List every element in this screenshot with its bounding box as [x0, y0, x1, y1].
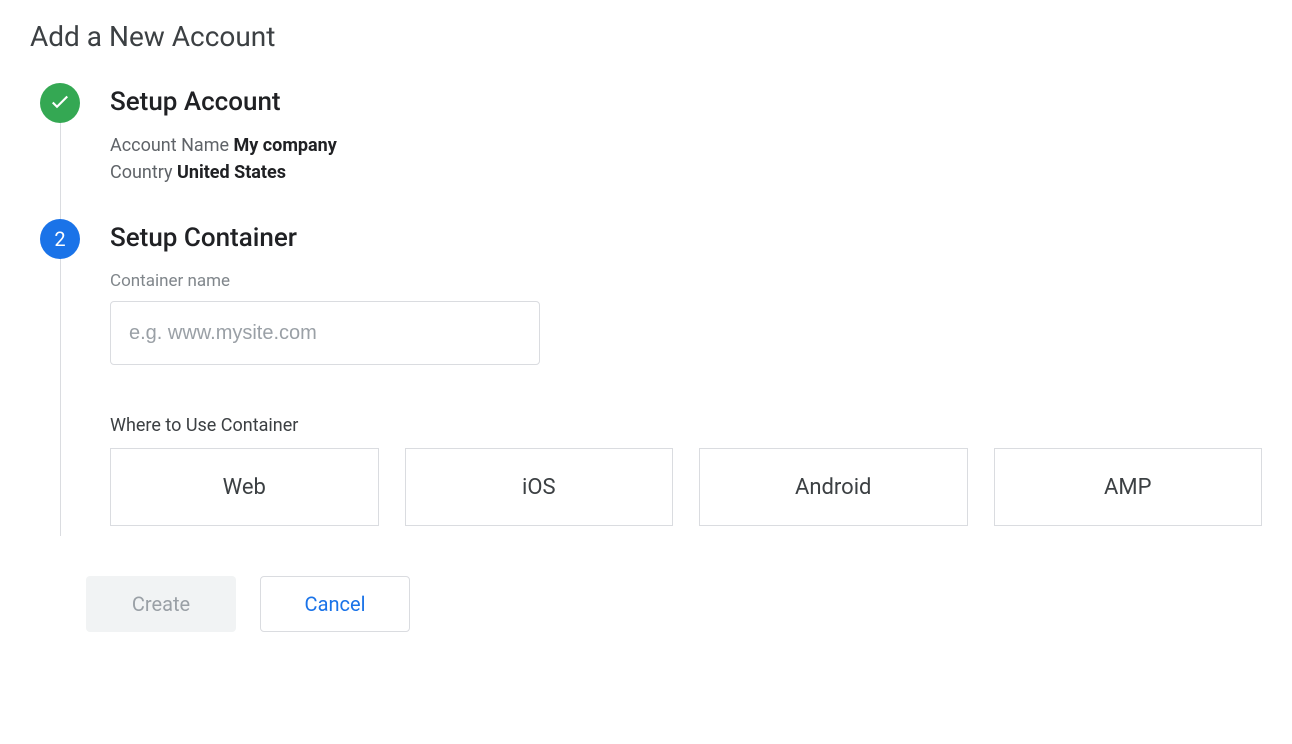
country-value: United States	[177, 162, 286, 183]
account-name-label: Account Name	[110, 135, 229, 156]
platform-card-ios[interactable]: iOS	[405, 448, 674, 526]
platform-card-amp[interactable]: AMP	[994, 448, 1263, 526]
where-to-use-label: Where to Use Container	[110, 415, 1262, 436]
step2-title: Setup Container	[110, 223, 1262, 253]
platform-card-android[interactable]: Android	[699, 448, 968, 526]
action-bar: Create Cancel	[30, 576, 1262, 632]
country-label: Country	[110, 162, 173, 183]
stepper: Setup Account Account Name My company Co…	[30, 83, 1262, 526]
container-name-input[interactable]	[110, 301, 540, 365]
container-name-label: Container name	[110, 271, 1262, 291]
step2-number: 2	[54, 227, 65, 251]
check-icon	[48, 89, 72, 118]
page-title: Add a New Account	[30, 20, 1262, 53]
step-setup-container: 2 Setup Container Container name Where t…	[30, 219, 1262, 526]
step-setup-account: Setup Account Account Name My company Co…	[30, 83, 1262, 189]
step2-bullet-current: 2	[40, 219, 80, 259]
account-name-summary: Account Name My company	[110, 135, 1262, 156]
platform-card-row: Web iOS Android AMP	[110, 448, 1262, 526]
step1-title: Setup Account	[110, 87, 1262, 117]
country-summary: Country United States	[110, 162, 1262, 183]
account-name-value: My company	[234, 135, 337, 156]
platform-card-web[interactable]: Web	[110, 448, 379, 526]
create-button[interactable]: Create	[86, 576, 236, 632]
cancel-button[interactable]: Cancel	[260, 576, 410, 632]
stepper-connector	[60, 123, 61, 536]
step1-bullet-done	[40, 83, 80, 123]
